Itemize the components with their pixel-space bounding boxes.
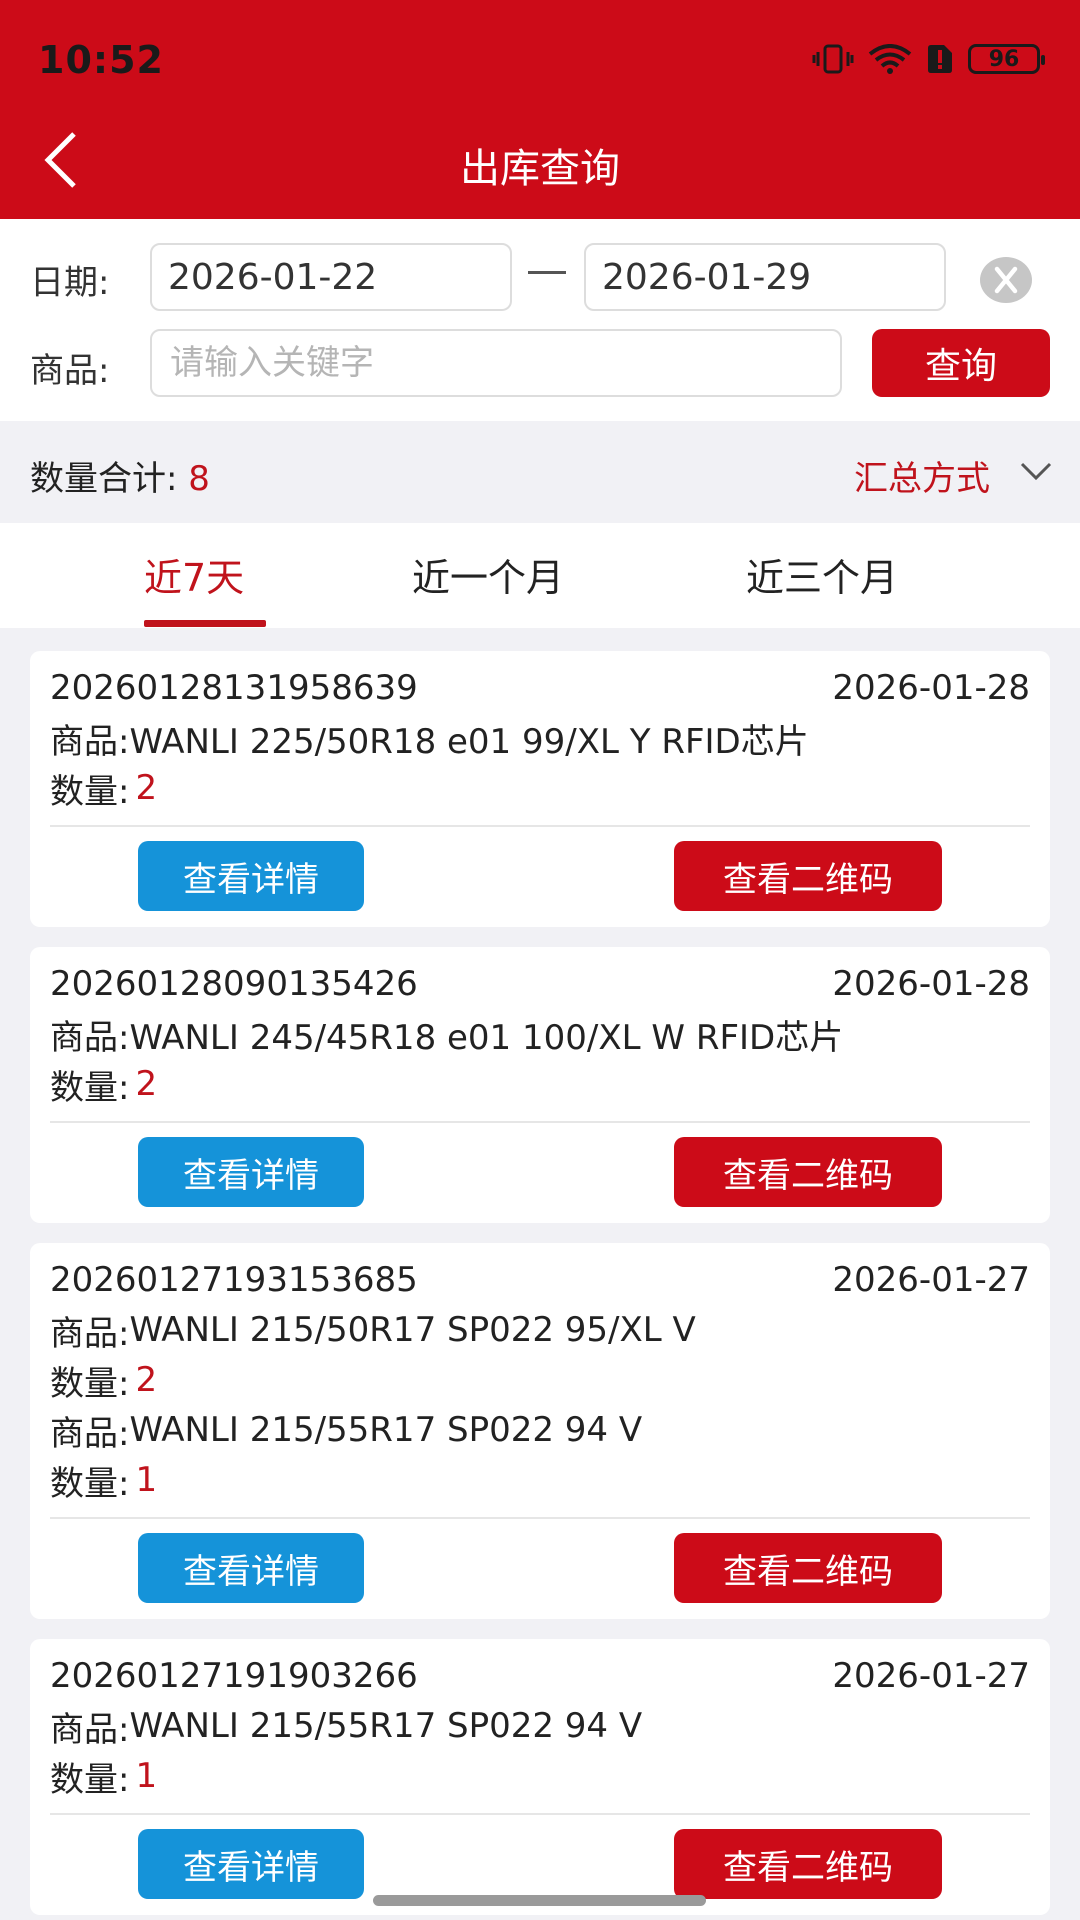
product-name: WANLI 215/50R17 SP022 95/XL V bbox=[129, 1310, 696, 1350]
view-details-button[interactable]: 查看详情 bbox=[138, 1533, 364, 1603]
active-tab-indicator bbox=[144, 620, 266, 627]
divider bbox=[50, 825, 1030, 827]
product-name: WANLI 215/55R17 SP022 94 V bbox=[129, 1706, 643, 1746]
view-details-button[interactable]: 查看详情 bbox=[138, 1137, 364, 1207]
battery-indicator: 96 bbox=[968, 44, 1045, 74]
view-qr-code-button[interactable]: 查看二维码 bbox=[674, 1137, 942, 1207]
quantity-label: 数量: bbox=[50, 1363, 130, 1404]
quantity-value: 2 bbox=[135, 1360, 158, 1400]
product-name: WANLI 245/45R18 e01 100/XL W RFID芯片 bbox=[129, 1017, 844, 1058]
product-label: 商品: bbox=[30, 351, 110, 391]
order-card: 20260127193153685 2026-01-27 商品: WANLI 2… bbox=[30, 1243, 1050, 1619]
product-label: 商品: bbox=[50, 1709, 130, 1750]
divider bbox=[50, 1517, 1030, 1519]
quantity-label: 数量: bbox=[50, 1067, 130, 1108]
order-date: 2026-01-28 bbox=[832, 668, 1030, 708]
close-icon bbox=[994, 266, 1018, 294]
quantity-value: 1 bbox=[135, 1756, 158, 1796]
product-label: 商品: bbox=[50, 721, 130, 762]
status-icons: 96 bbox=[812, 44, 1045, 74]
total-quantity-value: 8 bbox=[188, 459, 210, 499]
order-card: 20260127191903266 2026-01-27 商品: WANLI 2… bbox=[30, 1639, 1050, 1915]
clear-date-button[interactable] bbox=[980, 257, 1032, 303]
product-label: 商品: bbox=[50, 1313, 130, 1354]
date-range-separator bbox=[528, 271, 566, 274]
tab-last-7-days[interactable]: 近7天 bbox=[144, 547, 244, 602]
app-header: 10:52 96 出库查询 bbox=[0, 0, 1080, 219]
product-name: WANLI 215/55R17 SP022 94 V bbox=[129, 1410, 643, 1450]
quantity-value: 2 bbox=[135, 768, 158, 808]
product-name: WANLI 225/50R18 e01 99/XL Y RFID芯片 bbox=[129, 721, 809, 762]
product-label: 商品: bbox=[50, 1017, 130, 1058]
tab-last-month[interactable]: 近一个月 bbox=[412, 547, 564, 602]
status-time: 10:52 bbox=[38, 38, 164, 82]
total-quantity: 数量合计: 8 bbox=[30, 451, 210, 500]
order-list[interactable]: 20260128131958639 2026-01-28 商品: WANLI 2… bbox=[30, 651, 1050, 1920]
order-number: 20260128131958639 bbox=[50, 668, 418, 708]
chevron-down-icon[interactable] bbox=[1020, 461, 1052, 481]
period-tabs: 近7天 近一个月 近三个月 bbox=[0, 523, 1080, 628]
order-date: 2026-01-27 bbox=[832, 1656, 1030, 1696]
view-details-button[interactable]: 查看详情 bbox=[138, 1829, 364, 1899]
view-qr-code-button[interactable]: 查看二维码 bbox=[674, 1533, 942, 1603]
end-date-field[interactable]: 2026-01-29 bbox=[584, 243, 946, 311]
product-search-input[interactable] bbox=[150, 329, 842, 397]
query-button[interactable]: 查询 bbox=[872, 329, 1050, 397]
order-number: 20260128090135426 bbox=[50, 964, 418, 1004]
quantity-value: 1 bbox=[135, 1460, 158, 1500]
divider bbox=[50, 1813, 1030, 1815]
product-label: 商品: bbox=[50, 1413, 130, 1454]
order-card: 20260128131958639 2026-01-28 商品: WANLI 2… bbox=[30, 651, 1050, 927]
date-label: 日期: bbox=[30, 263, 110, 303]
page-title: 出库查询 bbox=[460, 146, 620, 192]
tab-last-three-months[interactable]: 近三个月 bbox=[746, 547, 898, 602]
quantity-label: 数量: bbox=[50, 771, 130, 812]
total-quantity-label: 数量合计: bbox=[30, 459, 189, 499]
quantity-label: 数量: bbox=[50, 1463, 130, 1504]
wifi-icon bbox=[868, 44, 912, 74]
order-date: 2026-01-28 bbox=[832, 964, 1030, 1004]
vibrate-icon bbox=[812, 44, 854, 74]
quantity-value: 2 bbox=[135, 1064, 158, 1104]
order-number: 20260127193153685 bbox=[50, 1260, 418, 1300]
order-number: 20260127191903266 bbox=[50, 1656, 418, 1696]
alert-sim-icon bbox=[928, 45, 952, 73]
view-qr-code-button[interactable]: 查看二维码 bbox=[674, 841, 942, 911]
start-date-field[interactable]: 2026-01-22 bbox=[150, 243, 512, 311]
order-card: 20260128090135426 2026-01-28 商品: WANLI 2… bbox=[30, 947, 1050, 1223]
summary-bar: 数量合计: 8 汇总方式 bbox=[0, 421, 1080, 523]
home-indicator[interactable] bbox=[373, 1895, 706, 1906]
order-date: 2026-01-27 bbox=[832, 1260, 1030, 1300]
quantity-label: 数量: bbox=[50, 1759, 130, 1800]
divider bbox=[50, 1121, 1030, 1123]
view-details-button[interactable]: 查看详情 bbox=[138, 841, 364, 911]
view-qr-code-button[interactable]: 查看二维码 bbox=[674, 1829, 942, 1899]
summary-mode-dropdown[interactable]: 汇总方式 bbox=[854, 451, 990, 500]
